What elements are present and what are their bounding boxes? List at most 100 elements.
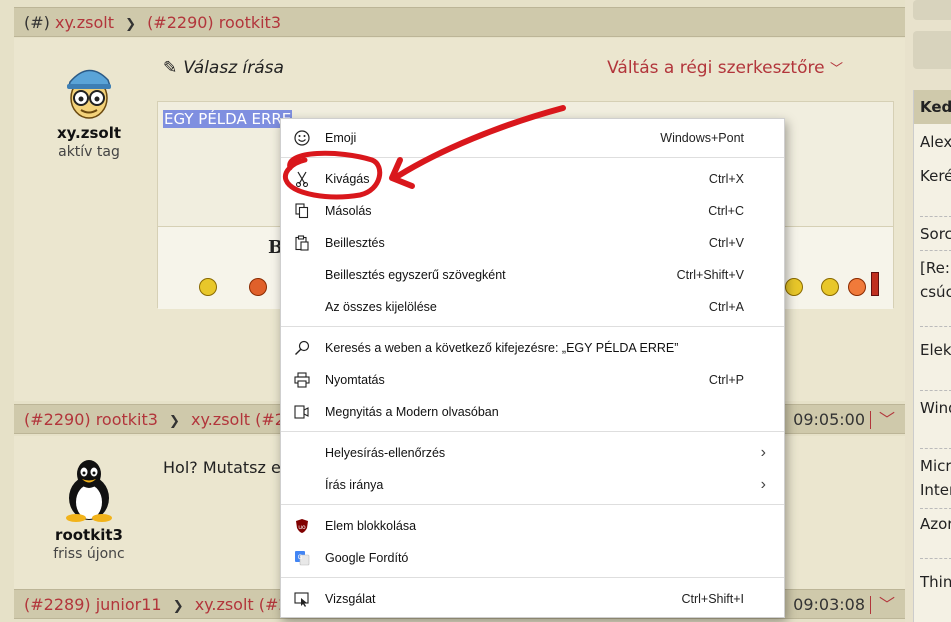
menu-item-label: Vizsgálat	[325, 592, 376, 606]
menu-separator	[281, 157, 784, 158]
post-author-link[interactable]: xy.zsolt	[191, 410, 250, 429]
divider	[920, 558, 951, 559]
menu-item-label: Az összes kijelölése	[325, 300, 437, 314]
post-time: 09:03:08	[793, 595, 865, 614]
post-ref-id-link[interactable]: (#2289)	[24, 595, 91, 614]
divider	[920, 326, 951, 327]
paste-icon	[293, 235, 311, 251]
menu-item-print[interactable]: Nyomtatás Ctrl+P	[281, 365, 784, 395]
menu-item-shortcut: Ctrl+A	[708, 300, 744, 314]
right-sidebar: Kedv Alex Kerés Sorc [Re:] csúc Elek Win…	[905, 0, 951, 622]
sidebar-list-item[interactable]: csúc	[920, 282, 951, 302]
post-ref-user-link[interactable]: rootkit3	[219, 13, 281, 32]
divider	[920, 508, 951, 509]
sidebar-list-item[interactable]: [Re:]	[920, 258, 951, 278]
menu-item-label: Nyomtatás	[325, 373, 385, 387]
sidebar-list-item[interactable]: Sorc	[920, 224, 951, 244]
post-header: (#) xy.zsolt ❯ (#2290) rootkit3	[14, 7, 905, 37]
copy-icon	[293, 203, 311, 219]
sidebar-list-item[interactable]: Elek	[920, 340, 951, 360]
avatar[interactable]	[65, 62, 113, 120]
post-ref-user-link[interactable]: junior11	[96, 595, 162, 614]
user-name[interactable]: xy.zsolt	[34, 124, 144, 142]
sidebar-box[interactable]	[913, 0, 951, 20]
user-rank: aktív tag	[58, 144, 120, 160]
divider	[870, 411, 871, 429]
sidebar-list-item[interactable]: Kerés	[920, 166, 951, 186]
menu-item-writing-direction[interactable]: Írás iránya ›	[281, 470, 784, 500]
menu-item-inspect[interactable]: Vizsgálat Ctrl+Shift+I	[281, 584, 784, 614]
sidebar-header: Kedv	[914, 90, 951, 124]
menu-item-shortcut: Windows+Pont	[660, 131, 744, 145]
post-hash: (#)	[24, 13, 50, 32]
svg-text:uo: uo	[298, 524, 306, 531]
switch-editor-label: Váltás a régi szerkesztőre	[607, 58, 825, 78]
divider	[920, 216, 951, 217]
user-name[interactable]: rootkit3	[34, 526, 144, 544]
divider	[920, 390, 951, 391]
divider	[870, 596, 871, 614]
user-block: rootkit3 friss újonc	[34, 458, 144, 562]
menu-item-label: Elem blokkolása	[325, 519, 417, 533]
menu-item-shortcut: Ctrl+Shift+V	[676, 268, 744, 282]
editor-content[interactable]: EGY PÉLDA ERRE	[163, 110, 293, 128]
sidebar-box[interactable]	[913, 31, 951, 69]
menu-item-immersive-reader[interactable]: Megnyitás a Modern olvasóban	[281, 397, 784, 427]
menu-item-block-element[interactable]: uo Elem blokkolása	[281, 511, 784, 541]
switch-editor-link[interactable]: Váltás a régi szerkesztőre ﹀	[607, 58, 843, 78]
cool-emoticon-icon[interactable]	[785, 278, 803, 296]
reader-icon	[293, 404, 311, 420]
menu-item-cut[interactable]: Kivágás Ctrl+X	[281, 164, 784, 194]
post-text: Hol? Mutatsz e	[163, 458, 281, 477]
menu-item-web-search[interactable]: Keresés a weben a következő kifejezésre:…	[281, 333, 784, 363]
sidebar-list-item[interactable]: Inter	[920, 480, 951, 500]
sidebar-list-item[interactable]: Wind	[920, 398, 951, 418]
menu-item-emoji[interactable]: Emoji Windows+Pont	[281, 123, 784, 153]
sidebar-list-item[interactable]: Azor	[920, 514, 951, 534]
sidebar-list-item[interactable]: Thin	[920, 572, 951, 592]
context-menu: Emoji Windows+Pont Kivágás Ctrl+X Másolá…	[280, 118, 785, 618]
divider	[920, 448, 951, 449]
user-block: xy.zsolt aktív tag	[34, 62, 144, 160]
menu-item-copy[interactable]: Másolás Ctrl+C	[281, 196, 784, 226]
angry-emoticon-icon[interactable]	[249, 278, 267, 296]
menu-item-google-translate[interactable]: G Google Fordító	[281, 543, 784, 573]
menu-item-paste-plain[interactable]: Beillesztés egyszerű szövegként Ctrl+Shi…	[281, 260, 784, 290]
chevron-right-icon: ❯	[172, 599, 184, 614]
post-ref-id-link[interactable]: (#2290)	[24, 410, 91, 429]
menu-item-spellcheck[interactable]: Helyesírás-ellenőrzés ›	[281, 438, 784, 468]
menu-item-paste[interactable]: Beillesztés Ctrl+V	[281, 228, 784, 258]
menu-item-label: Megnyitás a Modern olvasóban	[325, 405, 499, 419]
menu-item-shortcut: Ctrl+X	[708, 172, 744, 186]
post-ref-user-link[interactable]: rootkit3	[96, 410, 158, 429]
chevron-down-icon[interactable]: ﹀	[879, 590, 895, 618]
inspect-icon	[293, 591, 311, 607]
post-author-link[interactable]: xy.zsolt	[195, 595, 254, 614]
bar-emoticon-icon[interactable]	[871, 272, 879, 296]
avatar[interactable]	[62, 458, 116, 522]
sidebar-list-item[interactable]: Alex	[920, 132, 951, 152]
chevron-down-icon: ﹀	[829, 62, 843, 77]
svg-text:G: G	[298, 554, 303, 561]
sidebar-list: Kedv Alex Kerés Sorc [Re:] csúc Elek Win…	[913, 90, 951, 622]
chevron-down-icon[interactable]: ﹀	[879, 405, 895, 433]
sidebar-list-item[interactable]: Micr	[920, 456, 951, 476]
pacman-emoticon-icon[interactable]	[848, 278, 866, 296]
menu-separator	[281, 504, 784, 505]
menu-item-shortcut: Ctrl+P	[708, 373, 744, 387]
dizzy-emoticon-icon[interactable]	[821, 278, 839, 296]
emoji-icon	[293, 130, 311, 146]
pencil-icon: ✎	[163, 58, 178, 78]
chevron-right-icon: ❯	[169, 414, 180, 429]
menu-item-label: Helyesírás-ellenőrzés	[325, 446, 446, 460]
chevron-right-icon: ›	[760, 444, 766, 461]
menu-item-select-all[interactable]: Az összes kijelölése Ctrl+A	[281, 292, 784, 322]
reply-title-text: Válasz írása	[183, 58, 284, 78]
post-ref-id-link[interactable]: (#2290)	[147, 13, 214, 32]
menu-separator	[281, 577, 784, 578]
selected-text[interactable]: EGY PÉLDA ERRE	[163, 110, 293, 128]
smile-emoticon-icon[interactable]	[199, 278, 217, 296]
post-author-link[interactable]: xy.zsolt	[55, 13, 114, 32]
menu-item-label: Írás iránya	[325, 478, 384, 492]
menu-item-label: Keresés a weben a következő kifejezésre:…	[325, 341, 679, 355]
